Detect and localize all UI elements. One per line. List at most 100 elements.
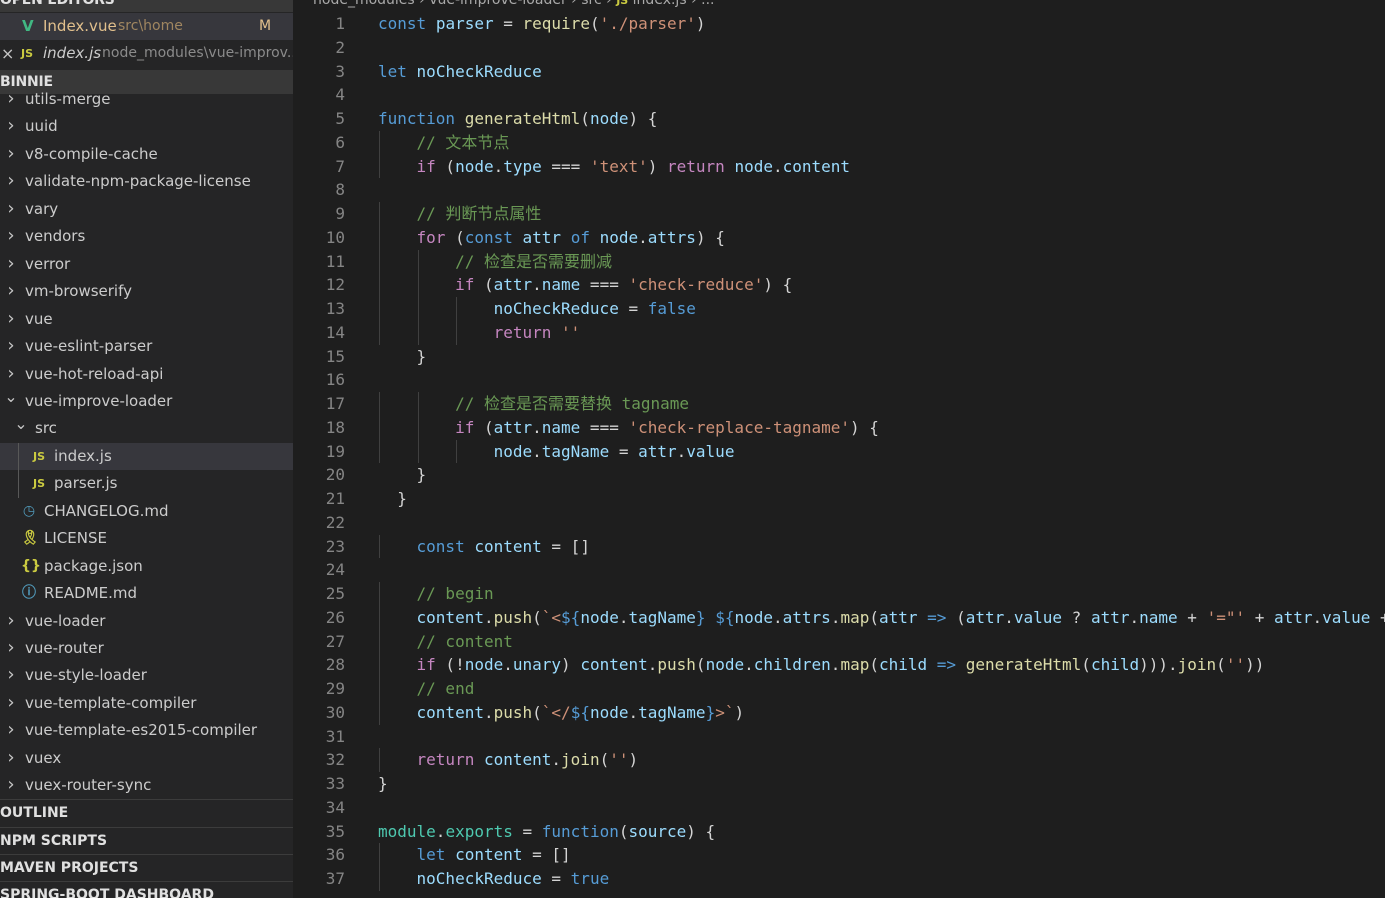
line-content: let content = [] — [416, 845, 571, 865]
tree-item-label: vuex-router-sync — [25, 776, 152, 795]
open-editor-item-index-vue[interactable]: V Index.vue src\home M — [0, 13, 293, 40]
line-number: 22 — [325, 512, 345, 532]
panel-header-npm-scripts[interactable]: NPM SCRIPTS — [0, 827, 293, 854]
tree-item-label: vue — [25, 309, 53, 328]
tree-item-license[interactable]: 🎗 LICENSE — [0, 525, 293, 552]
indent-guide — [379, 154, 380, 179]
line-number: 21 — [325, 489, 345, 508]
chevron-right-icon: › — [7, 362, 15, 384]
line-number: 19 — [325, 441, 345, 461]
indent-guide — [456, 297, 458, 321]
tree-item-vendors[interactable]: › vendors — [0, 223, 293, 250]
tree-item-package-json[interactable]: {} package.json — [0, 553, 293, 580]
line-number: 25 — [325, 584, 345, 603]
line-number: 27 — [325, 631, 345, 651]
chevron-right-icon: › — [7, 691, 15, 713]
tree-item-index-js[interactable]: JS index.js — [0, 442, 293, 470]
code-line: 6 // 文本节点 — [293, 130, 1385, 155]
line-number: 6 — [335, 132, 345, 152]
tree-item-parser-js[interactable]: JS parser.js — [0, 470, 293, 497]
close-icon[interactable]: × — [1, 40, 14, 67]
breadcrumb-src[interactable]: src — [581, 0, 601, 8]
panel-header-outline[interactable]: OUTLINE — [0, 799, 293, 826]
tree-item-vuex-router-sync[interactable]: › vuex-router-sync — [0, 772, 293, 799]
line-content: noCheckReduce = true — [416, 869, 610, 888]
tree-item-label: vuex — [25, 748, 62, 767]
indent-guide — [417, 297, 419, 321]
tree-item-label: vue-style-loader — [25, 666, 147, 685]
open-editors-header[interactable]: OPEN EDITORS — [0, 0, 293, 12]
chevron-right-icon: › — [7, 88, 15, 109]
chevron-right-icon: › — [7, 252, 15, 274]
indent-guide — [379, 534, 380, 559]
line-number: 12 — [325, 275, 345, 295]
code-line: 25 // begin — [293, 582, 1385, 606]
tree-item-readme-md[interactable]: ⓘ README.md — [0, 580, 293, 607]
code-line: 37 noCheckReduce = true — [293, 867, 1385, 891]
tree-item-vm-browserify[interactable]: › vm-browserify — [0, 278, 293, 305]
chevron-right-icon: › — [7, 142, 15, 164]
line-number: 2 — [335, 37, 345, 57]
tree-item-validate-npm-package-license[interactable]: › validate-npm-package-license — [0, 168, 293, 195]
tree-item-vue-hot-reload-api[interactable]: › vue-hot-reload-api — [0, 361, 293, 388]
line-number: 8 — [335, 180, 345, 200]
chevron-right-icon: › — [7, 746, 15, 768]
indent-guide — [379, 843, 380, 867]
tree-item-vue-template-es2015-compiler[interactable]: › vue-template-es2015-compiler — [0, 717, 293, 744]
chevron-right-icon: › — [7, 280, 15, 302]
chevron-right-icon: › — [7, 115, 15, 137]
breadcrumb-index-js[interactable]: index.js — [633, 0, 687, 8]
line-number: 5 — [335, 109, 345, 128]
tree-item-vue-improve-loader[interactable]: ⌄ vue-improve-loader — [0, 387, 293, 415]
tree-item-label: vendors — [25, 227, 86, 246]
line-content: return content.join('') — [416, 750, 639, 770]
tree-item-vue-eslint-parser[interactable]: › vue-eslint-parser — [0, 333, 293, 360]
tree-item-vuex[interactable]: › vuex — [0, 745, 293, 772]
tree-item-verror[interactable]: › verror — [0, 251, 293, 278]
code-line: 24 — [293, 558, 1385, 582]
tree-item-label: verror — [25, 254, 71, 273]
indent-guide — [379, 202, 380, 226]
braces-icon: {} — [21, 557, 41, 574]
tree-item-vue-style-loader[interactable]: › vue-style-loader — [0, 662, 293, 689]
tree-item-uuid[interactable]: › uuid — [0, 113, 293, 140]
tree-item-changelog-md[interactable]: ◷ CHANGELOG.md — [0, 498, 293, 525]
tree-item-vary[interactable]: › vary — [0, 196, 293, 223]
breadcrumb-vue-improve-loader[interactable]: vue-improve-loader — [429, 0, 567, 8]
tree-item-label: index.js — [54, 446, 112, 465]
chevron-right-icon: › — [7, 225, 15, 247]
open-editor-filename: Index.vue — [43, 17, 117, 35]
tree-item-utils-merge[interactable]: › utils-merge — [0, 86, 293, 113]
tree-item-label: validate-npm-package-license — [25, 172, 251, 191]
line-number: 17 — [325, 394, 345, 413]
tree-item-vue-loader[interactable]: › vue-loader — [0, 608, 293, 635]
panel-header-spring-boot-dashboard[interactable]: SPRING-BOOT DASHBOARD — [0, 881, 293, 898]
line-number: 16 — [325, 370, 345, 390]
line-number: 31 — [325, 726, 345, 746]
open-editor-item-index-js[interactable]: × JS index.js node_modules\vue-improv... — [0, 40, 293, 67]
js-icon: JS — [21, 47, 34, 60]
tree-item-vue-template-compiler[interactable]: › vue-template-compiler — [0, 690, 293, 717]
indent-guide — [379, 605, 380, 630]
code-line: 19 node.tagName = attr.value — [293, 439, 1385, 464]
code-editor[interactable]: node_modules › vue-improve-loader › src … — [293, 0, 1385, 898]
tree-item-v8-compile-cache[interactable]: › v8-compile-cache — [0, 141, 293, 168]
code-line: 11 // 检查是否需要删减 — [293, 249, 1385, 274]
breadcrumb-symbol[interactable]: ... — [701, 0, 714, 8]
tree-item-src[interactable]: ⌄ src — [0, 415, 293, 442]
sidebar: OPEN EDITORS V Index.vue src\home M × JS… — [0, 0, 293, 898]
code-line: 23 const content = [] — [293, 534, 1385, 559]
line-content: for (const attr of node.attrs) { — [416, 227, 725, 247]
panel-header-maven-projects[interactable]: MAVEN PROJECTS — [0, 854, 293, 881]
breadcrumb-node-modules[interactable]: node_modules — [313, 0, 415, 8]
indent-guide — [456, 320, 458, 345]
indent-guide — [379, 249, 380, 274]
code-line: 7 if (node.type === 'text') return node.… — [293, 154, 1385, 179]
tree-item-vue-router[interactable]: › vue-router — [0, 635, 293, 662]
tree-item-label: vary — [25, 199, 59, 218]
code-line: 20 } — [293, 463, 1385, 487]
line-content: if (attr.name === 'check-reduce') { — [455, 275, 793, 295]
code-line: 5 function generateHtml(node) { — [293, 107, 1385, 131]
indent-guide — [18, 442, 19, 498]
tree-item-vue[interactable]: › vue — [0, 306, 293, 333]
